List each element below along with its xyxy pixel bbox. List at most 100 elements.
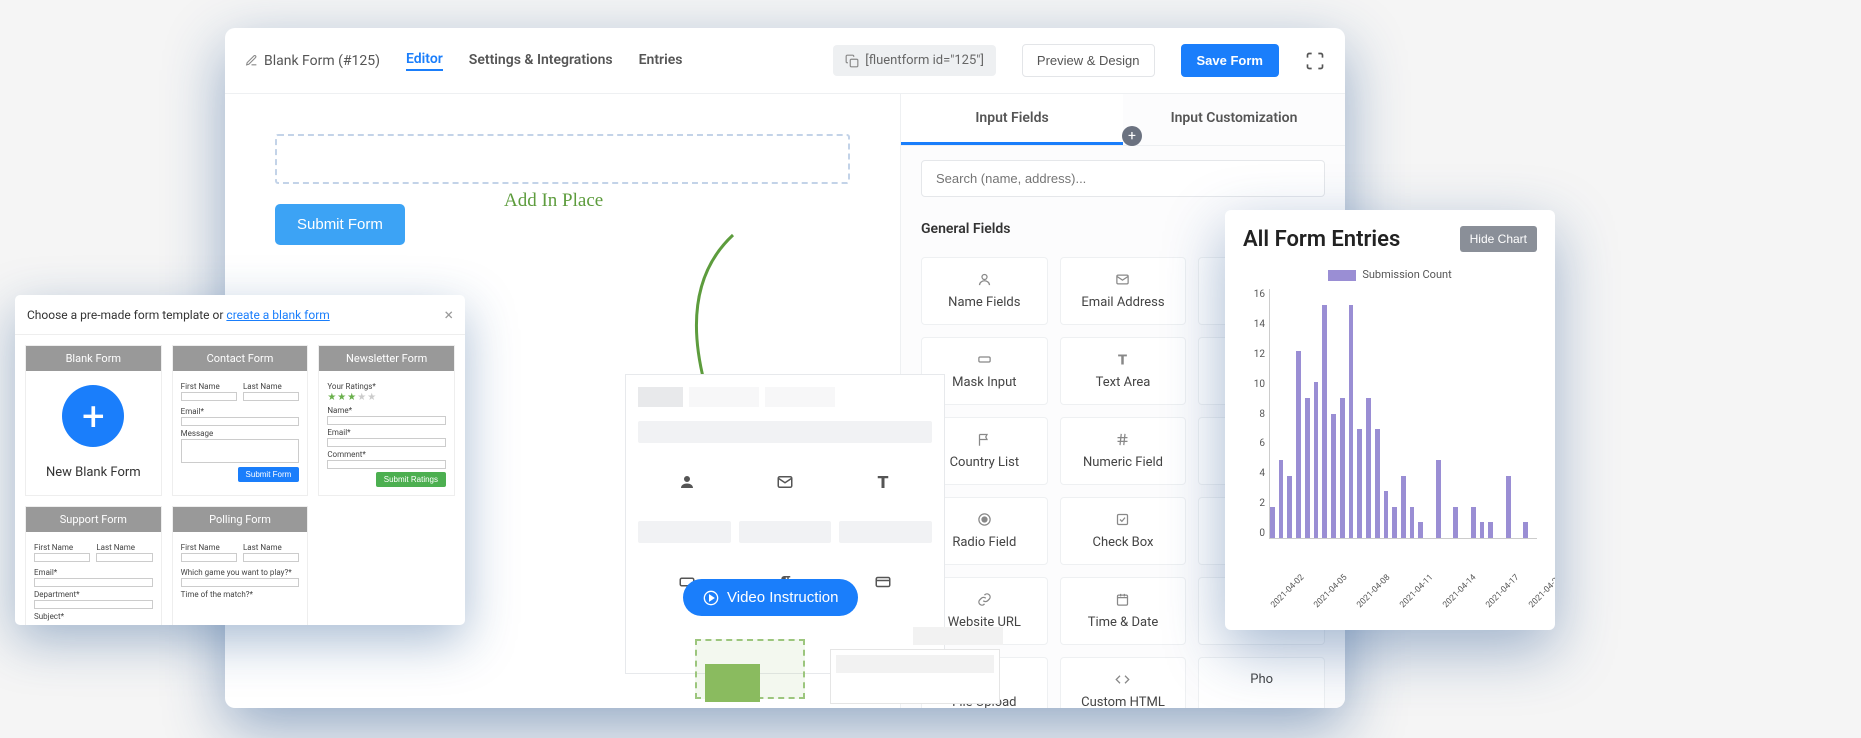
user-icon [678, 473, 696, 491]
template-support[interactable]: Support Form First NameLast Name Email* … [25, 506, 162, 625]
tab-input-fields[interactable]: Input Fields [901, 94, 1123, 145]
add-field-button[interactable]: + [1122, 126, 1142, 146]
section-title: General Fields [921, 221, 1010, 237]
template-newsletter[interactable]: Newsletter Form Your Ratings* ★★★★★ Name… [318, 345, 455, 496]
bar[interactable] [1296, 351, 1301, 538]
field-numeric[interactable]: Numeric Field [1060, 417, 1187, 485]
tab-entries[interactable]: Entries [639, 52, 683, 70]
bar[interactable] [1279, 460, 1284, 538]
chart-area: 0246810121416 2021-04-022021-04-052021-0… [1263, 289, 1537, 569]
bar[interactable] [1410, 507, 1415, 538]
submit-button: Submit Form [238, 467, 300, 482]
bar[interactable] [1480, 522, 1485, 538]
search-input[interactable] [921, 160, 1325, 197]
ghost-bar [913, 627, 1003, 645]
bar[interactable] [1523, 522, 1528, 538]
check-icon [1115, 512, 1130, 527]
template-prompt: Choose a pre-made form template or [27, 308, 226, 322]
text-icon [1115, 352, 1130, 367]
bar[interactable] [1340, 398, 1345, 538]
field-cut-6[interactable]: Pho [1198, 657, 1325, 708]
code-icon [1115, 672, 1130, 687]
submit-ratings-button: Submit Ratings [376, 472, 446, 487]
close-icon[interactable]: × [444, 305, 453, 324]
template-polling[interactable]: Polling Form First NameLast Name Which g… [172, 506, 309, 625]
text-icon [874, 473, 892, 491]
field-textarea[interactable]: Text Area [1060, 337, 1187, 405]
submit-form-button[interactable]: Submit Form [275, 204, 405, 245]
envelope-icon [1115, 272, 1130, 287]
template-contact[interactable]: Contact Form First NameLast Name Email* … [172, 345, 309, 496]
bar[interactable] [1366, 398, 1371, 538]
card-icon [874, 573, 892, 591]
shortcode-text: [fluentform id="125"] [865, 53, 984, 68]
field-name[interactable]: Name Fields [921, 257, 1048, 325]
hash-icon [1115, 432, 1130, 447]
template-header: Choose a pre-made form template or creat… [15, 295, 465, 335]
chart-title: All Form Entries [1243, 227, 1400, 252]
tab-settings[interactable]: Settings & Integrations [469, 52, 613, 70]
copy-icon [845, 54, 859, 68]
template-blank[interactable]: Blank Form + New Blank Form [25, 345, 162, 496]
fullscreen-icon[interactable] [1305, 51, 1325, 71]
x-axis: 2021-04-022021-04-052021-04-082021-04-11… [1269, 603, 1537, 613]
add-in-place-annotation: Add In Place [504, 190, 603, 212]
envelope-icon [776, 473, 794, 491]
shortcode-box[interactable]: [fluentform id="125"] [833, 45, 996, 76]
bar[interactable] [1314, 382, 1319, 538]
field-datetime[interactable]: Time & Date [1060, 577, 1187, 645]
play-icon [703, 590, 719, 606]
bar[interactable] [1384, 491, 1389, 538]
drop-area[interactable]: + [275, 134, 850, 184]
pencil-icon [245, 54, 258, 67]
blank-label: New Blank Form [26, 465, 161, 480]
form-preview-panel [625, 374, 945, 674]
editor-topbar: Blank Form (#125) Editor Settings & Inte… [225, 28, 1345, 94]
field-checkbox[interactable]: Check Box [1060, 497, 1187, 565]
calendar-icon [1115, 592, 1130, 607]
bar[interactable] [1436, 460, 1441, 538]
template-title: Blank Form [26, 346, 161, 371]
bar[interactable] [1418, 522, 1423, 538]
bar[interactable] [1305, 398, 1310, 538]
chart-panel: All Form Entries Hide Chart Submission C… [1225, 210, 1555, 630]
field-email[interactable]: Email Address [1060, 257, 1187, 325]
bar[interactable] [1331, 414, 1336, 539]
plus-icon: + [62, 385, 124, 447]
bar[interactable] [1375, 429, 1380, 538]
video-instruction-button[interactable]: Video Instruction [683, 579, 858, 616]
bar[interactable] [1488, 522, 1493, 538]
mask-icon [977, 352, 992, 367]
radio-icon [977, 512, 992, 527]
template-grid: Blank Form + New Blank Form Contact Form… [15, 335, 465, 625]
save-form-button[interactable]: Save Form [1181, 44, 1279, 77]
bar[interactable] [1392, 507, 1397, 538]
user-icon [977, 272, 992, 287]
bar[interactable] [1357, 429, 1362, 538]
bar[interactable] [1270, 507, 1275, 538]
form-title-text: Blank Form (#125) [264, 53, 380, 69]
bar[interactable] [1401, 476, 1406, 538]
legend-label: Submission Count [1362, 268, 1451, 281]
chart-bars [1269, 289, 1537, 539]
star-rating: ★★★★★ [327, 392, 446, 403]
tab-editor[interactable]: Editor [406, 51, 443, 71]
bar[interactable] [1471, 507, 1476, 538]
bar[interactable] [1287, 476, 1292, 538]
ghost-card [830, 649, 1000, 704]
chart-legend: Submission Count [1243, 268, 1537, 281]
tab-input-customization[interactable]: Input Customization [1123, 94, 1345, 145]
create-blank-link[interactable]: create a blank form [226, 308, 329, 322]
hide-chart-button[interactable]: Hide Chart [1460, 226, 1537, 252]
bar[interactable] [1506, 476, 1511, 538]
drag-preview-fill [705, 664, 760, 702]
bar[interactable] [1322, 305, 1327, 538]
preview-design-button[interactable]: Preview & Design [1022, 44, 1155, 77]
bar[interactable] [1349, 305, 1354, 538]
form-title: Blank Form (#125) [245, 53, 380, 69]
bar[interactable] [1453, 507, 1458, 538]
link-icon [977, 592, 992, 607]
y-axis: 0246810121416 [1243, 289, 1265, 539]
field-html[interactable]: Custom HTML [1060, 657, 1187, 708]
chart-header: All Form Entries Hide Chart [1243, 226, 1537, 252]
